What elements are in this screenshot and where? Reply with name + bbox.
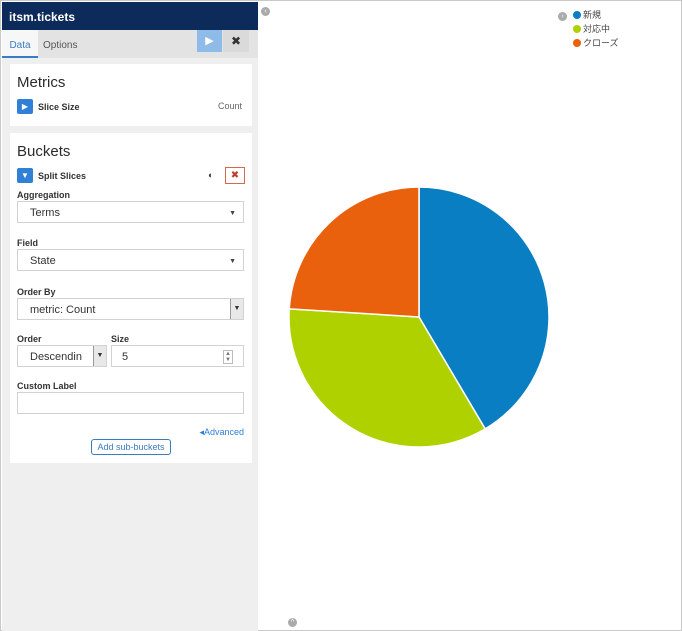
chevron-up-icon: ^	[290, 619, 295, 626]
close-icon: ✖	[230, 170, 240, 181]
legend-swatch	[573, 11, 581, 19]
size-value: 5	[122, 351, 129, 363]
sidebar: itsm.tickets Data Options ▶ ✖ Metrics ▶ …	[2, 2, 258, 631]
tab-options[interactable]: Options	[43, 30, 87, 58]
chevron-left-icon: ‹	[264, 8, 267, 15]
index-pattern-title: itsm.tickets	[2, 2, 258, 30]
chevron-down-icon: ▼	[229, 210, 236, 217]
discard-changes-button[interactable]: ✖	[223, 30, 249, 52]
legend-label: クローズ	[583, 38, 619, 48]
metric-expand-toggle[interactable]: ▶	[17, 99, 33, 114]
stepper-icon[interactable]: ▲ ▼	[223, 350, 233, 364]
caret-right-icon: ▶	[21, 102, 29, 111]
pie-chart	[288, 186, 550, 448]
metric-agg-title: Slice Size	[38, 102, 80, 112]
toggle-agg-switch[interactable]: ◐	[208, 171, 222, 180]
toggle-icon: ◐	[208, 170, 214, 180]
metric-agg-value: Count	[217, 101, 242, 111]
buckets-heading: Buckets	[17, 143, 71, 160]
legend-label: 対応中	[583, 24, 611, 34]
order-by-value: metric: Count	[30, 304, 96, 316]
apply-changes-button[interactable]: ▶	[197, 30, 222, 52]
visualize-editor: itsm.tickets Data Options ▶ ✖ Metrics ▶ …	[0, 0, 682, 631]
aggregation-value: Terms	[30, 207, 60, 219]
close-icon: ✖	[230, 34, 242, 48]
custom-label-label: Custom Label	[17, 381, 77, 391]
field-value: State	[30, 255, 56, 267]
pie-slice[interactable]	[288, 186, 420, 318]
order-by-label: Order By	[17, 287, 56, 297]
advanced-link-label: Advanced	[203, 427, 244, 437]
legend-toggle-button[interactable]: ›	[558, 12, 567, 21]
buckets-panel: Buckets ▼ Split Slices ◐ ✖ Aggregation T…	[10, 133, 252, 463]
caret-down-icon: ▼	[21, 171, 29, 180]
metrics-panel: Metrics ▶ Slice Size Count	[10, 64, 252, 126]
order-label: Order	[17, 334, 42, 344]
bucket-agg-title: Split Slices	[38, 171, 87, 181]
toggle-spy-panel-button[interactable]: ^	[288, 618, 297, 627]
legend-label: 新規	[583, 10, 602, 20]
chevron-down-icon: ▼	[229, 258, 236, 265]
legend-swatch	[573, 25, 581, 33]
chevron-down-icon: ▼	[230, 299, 243, 319]
legend-item[interactable]: 新規	[573, 9, 619, 23]
chart-legend: 新規 対応中 クローズ	[573, 9, 619, 51]
legend-item[interactable]: 対応中	[573, 23, 619, 37]
chevron-down-icon: ▼	[93, 346, 106, 366]
order-value: Descendin	[30, 351, 82, 363]
remove-bucket-button[interactable]: ✖	[225, 167, 245, 184]
field-select[interactable]: State ▼	[17, 249, 244, 271]
play-icon: ▶	[205, 35, 214, 47]
chevron-right-icon: ›	[561, 13, 564, 20]
collapse-sidebar-button[interactable]: ‹	[261, 7, 270, 16]
aggregation-label: Aggregation	[17, 190, 70, 200]
bucket-collapse-toggle[interactable]: ▼	[17, 168, 33, 183]
order-select[interactable]: Descendin ▼	[17, 345, 107, 367]
legend-item[interactable]: クローズ	[573, 37, 619, 51]
size-input[interactable]: 5 ▲ ▼	[111, 345, 244, 367]
metrics-heading: Metrics	[17, 74, 66, 91]
advanced-toggle-link[interactable]: ◂Advanced	[199, 427, 244, 438]
custom-label-input[interactable]	[17, 392, 244, 414]
aggregation-select[interactable]: Terms ▼	[17, 201, 244, 223]
order-by-select[interactable]: metric: Count ▼	[17, 298, 244, 320]
field-label: Field	[17, 238, 39, 248]
add-sub-buckets-button[interactable]: Add sub-buckets	[91, 439, 171, 455]
size-label: Size	[111, 334, 130, 344]
legend-swatch	[573, 39, 581, 47]
tab-data[interactable]: Data	[2, 30, 38, 58]
